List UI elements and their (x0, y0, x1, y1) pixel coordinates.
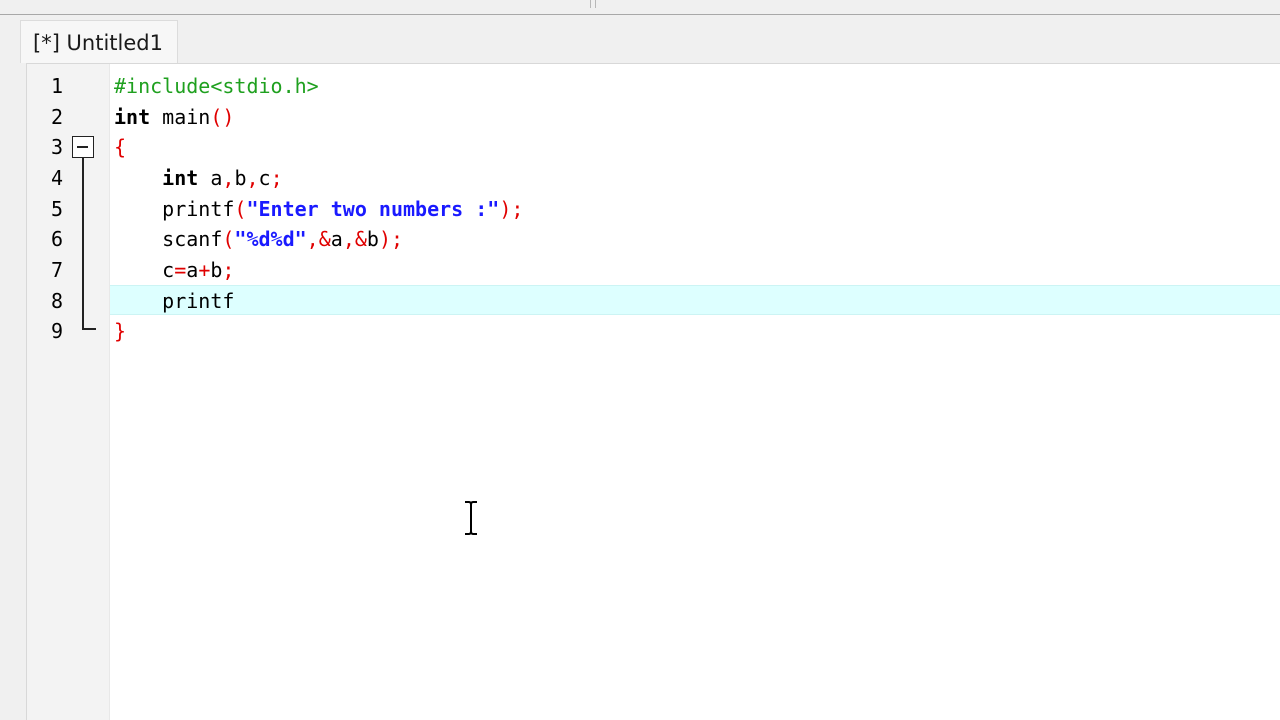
current-line-highlight (110, 285, 1280, 315)
symbol: ,& (306, 227, 331, 251)
panel-splitter[interactable] (590, 0, 596, 8)
fold-range-line (82, 158, 84, 330)
symbol: ); (499, 197, 524, 221)
identifier: b (210, 258, 223, 282)
identifier: b (234, 166, 247, 190)
symbol: , (246, 166, 259, 190)
code-line-4: int a,b,c; (114, 166, 283, 190)
fold-collapse-icon[interactable] (72, 136, 94, 158)
symbol: ); (378, 227, 404, 251)
symbol: () (210, 105, 235, 129)
line-number: 5 (50, 197, 63, 221)
code-line-2: int main() (114, 105, 234, 129)
line-number: 9 (50, 319, 63, 343)
identifier: a (198, 166, 223, 190)
symbol: ( (222, 227, 235, 251)
fold-end-marker (82, 328, 96, 330)
line-number: 7 (50, 258, 63, 282)
identifier: printf (114, 197, 235, 221)
identifier: scanf (114, 227, 223, 251)
code-line-1: #include<stdio.h> (114, 74, 319, 98)
editor-tab-bar: [*] Untitled1 (0, 15, 1280, 63)
line-number: 1 (50, 74, 63, 98)
string-literal: "Enter two numbers :" (246, 197, 500, 221)
symbol: } (114, 319, 127, 343)
string-literal: "%d%d" (234, 227, 307, 251)
identifier: b (366, 227, 379, 251)
identifier: c (258, 166, 271, 190)
toolbar-strip (0, 0, 1280, 15)
code-line-5: printf("Enter two numbers :"); (114, 197, 523, 221)
keyword: int (162, 166, 199, 190)
identifier: c (114, 258, 175, 282)
keyword: int (114, 105, 151, 129)
identifier: printf (114, 289, 235, 313)
code-line-6: scanf("%d%d",&a,&b); (114, 227, 403, 251)
identifier: a (330, 227, 343, 251)
symbol: = (174, 258, 187, 282)
identifier: a (186, 258, 199, 282)
ide-window: [*] Untitled1 1 2 3 4 5 6 7 8 9 #include… (0, 0, 1280, 720)
line-number: 3 (50, 135, 63, 159)
symbol: + (198, 258, 211, 282)
preprocessor-directive: #include<stdio.h> (114, 74, 319, 98)
line-number: 4 (50, 166, 63, 190)
tab-untitled1[interactable]: [*] Untitled1 (20, 20, 178, 63)
text-cursor-icon (465, 501, 477, 535)
code-line-8: printf (114, 289, 234, 313)
code-line-7: c=a+b; (114, 258, 234, 282)
line-number-gutter: 1 2 3 4 5 6 7 8 9 (27, 64, 109, 720)
line-number: 2 (50, 105, 63, 129)
symbol: ( (234, 197, 247, 221)
identifier: main (150, 105, 211, 129)
symbol: { (114, 135, 127, 159)
symbol: ; (222, 258, 235, 282)
tab-label: [*] Untitled1 (33, 31, 163, 55)
code-line-9: } (114, 319, 126, 343)
line-number: 8 (50, 289, 63, 313)
symbol: , (222, 166, 235, 190)
gutter-separator (109, 64, 110, 720)
symbol: ; (270, 166, 283, 190)
line-number: 6 (50, 227, 63, 251)
code-line-3: { (114, 135, 126, 159)
symbol: ,& (342, 227, 367, 251)
code-editor[interactable]: 1 2 3 4 5 6 7 8 9 #include<stdio.h> int … (26, 63, 1280, 720)
